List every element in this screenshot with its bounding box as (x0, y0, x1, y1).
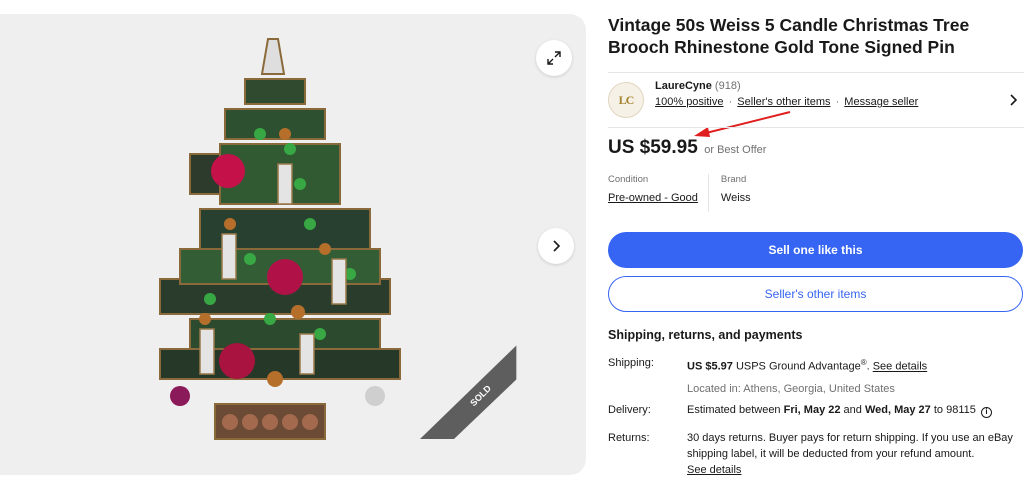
price: US $59.95 (608, 137, 698, 158)
returns-value: 30 days returns. Buyer pays for return s… (687, 430, 1017, 478)
item-location: Located in: Athens, Georgia, United Stat… (687, 382, 895, 395)
message-seller-link[interactable]: Message seller (844, 96, 918, 108)
chevron-right-icon (553, 240, 561, 252)
chevron-right-icon[interactable] (1006, 93, 1020, 107)
positive-feedback-link[interactable]: 100% positive (655, 96, 724, 108)
seller-avatar[interactable]: LC (608, 82, 644, 118)
brand-label: Brand (720, 174, 747, 185)
returns-see-details-link[interactable]: See details (687, 464, 741, 476)
delivery-start-date: Fri, May 22 (783, 404, 841, 416)
returns-label: Returns: (608, 432, 650, 444)
sell-one-like-this-button[interactable]: Sell one like this (608, 232, 1023, 268)
condition-column: Condition Pre-owned - Good (608, 174, 708, 212)
seller-name-row: LaureCyne (918) (655, 79, 741, 93)
sellers-other-items-link[interactable]: Seller's other items (737, 96, 830, 108)
expand-button[interactable] (536, 40, 572, 76)
seller-links: 100% positive · Seller's other items · M… (655, 95, 918, 109)
product-photo (159, 38, 401, 440)
image-gallery[interactable]: SOLD (0, 14, 586, 475)
seller-feedback-count: (918) (714, 80, 741, 92)
shipping-heading: Shipping, returns, and payments (608, 328, 803, 342)
sold-ribbon: SOLD (420, 345, 517, 439)
separator: · (728, 96, 733, 108)
seller-card[interactable]: LC LaureCyne (918) 100% positive · Selle… (608, 72, 1024, 128)
item-title: Vintage 50s Weiss 5 Candle Christmas Tre… (608, 15, 970, 57)
sellers-other-items-button[interactable]: Seller's other items (608, 276, 1023, 312)
shipping-service: USPS Ground Advantage (735, 360, 861, 373)
brand-value: Weiss (720, 192, 751, 204)
item-specifics: Condition Pre-owned - Good Brand Weiss (608, 174, 761, 212)
delivery-end-date: Wed, May 27 (864, 404, 931, 416)
shipping-value: US $5.97 USPS Ground Advantage®. See det… (687, 355, 1017, 397)
delivery-row: Delivery: Estimated between Fri, May 22 … (608, 402, 1024, 422)
condition-value[interactable]: Pre-owned - Good (608, 190, 698, 206)
shipping-see-details-link[interactable]: See details (873, 361, 927, 373)
info-icon[interactable]: i (980, 407, 992, 418)
returns-row: Returns: 30 days returns. Buyer pays for… (608, 430, 1024, 480)
delivery-value: Estimated between Fri, May 22 and Wed, M… (687, 402, 1017, 418)
separator: · (835, 96, 840, 108)
shipping-label: Shipping: (608, 357, 654, 369)
condition-label: Condition (608, 174, 649, 185)
shipping-price: US $5.97 (687, 360, 733, 373)
shipping-row: Shipping: US $5.97 USPS Ground Advantage… (608, 355, 1024, 395)
seller-name[interactable]: LaureCyne (655, 80, 712, 92)
registered-mark: ® (860, 358, 867, 367)
brand-column: Brand Weiss (707, 174, 761, 212)
expand-icon (547, 51, 561, 65)
item-info-panel: Vintage 50s Weiss 5 Candle Christmas Tre… (608, 14, 1024, 476)
next-image-button[interactable] (538, 228, 574, 264)
returns-text: 30 days returns. Buyer pays for return s… (687, 432, 1013, 460)
best-offer-label: or Best Offer (704, 144, 767, 156)
delivery-label: Delivery: (608, 404, 651, 416)
price-row: US $59.95 or Best Offer (608, 137, 766, 159)
